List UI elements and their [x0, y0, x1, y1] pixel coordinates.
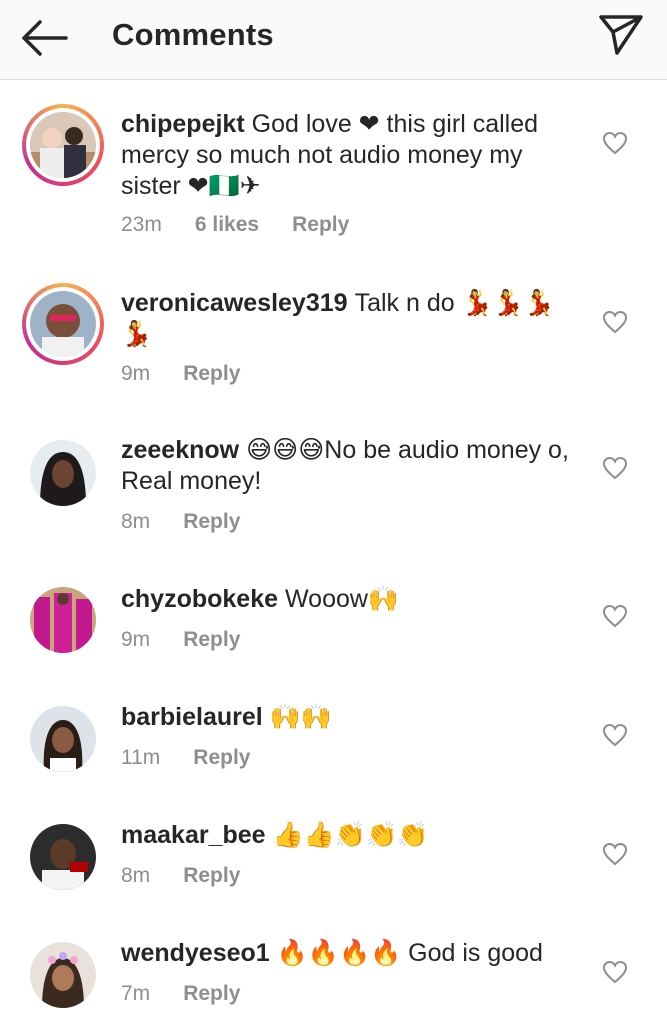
heart-icon[interactable] — [602, 960, 628, 984]
comment-item: maakar_bee 👍👍👏👏👏 8m Reply — [0, 796, 667, 914]
comment-meta: 7m Reply — [121, 982, 273, 1006]
comment-time: 8m — [121, 510, 151, 533]
heart-icon[interactable] — [602, 604, 628, 628]
comment-body: 🙌🙌 — [269, 703, 332, 731]
reply-button[interactable]: Reply — [183, 982, 240, 1005]
comment-item: zeeeknow 😅😅😅No be audio money o, Real mon… — [0, 400, 667, 560]
comment-text: barbielaurel 🙌🙌 — [121, 702, 581, 733]
comment-time: 9m — [121, 628, 151, 651]
reply-button[interactable]: Reply — [292, 213, 349, 236]
comment-meta: 23m 6 likes Reply — [121, 213, 382, 237]
comment-time: 7m — [121, 982, 151, 1005]
reply-button[interactable]: Reply — [183, 362, 240, 385]
comment-time: 11m — [121, 746, 161, 769]
avatar[interactable] — [30, 942, 96, 1008]
comment-text: zeeeknow 😅😅😅No be audio money o, Real mon… — [121, 435, 581, 497]
comment-text: chipepejkt God love ❤ this girl called me… — [121, 109, 581, 202]
reply-button[interactable]: Reply — [193, 746, 250, 769]
comment-item: chipepejkt God love ❤ this girl called me… — [0, 80, 667, 255]
reply-button[interactable]: Reply — [183, 864, 240, 887]
paper-plane-icon — [599, 15, 643, 55]
comment-text: chyzobokeke Wooow🙌 — [121, 584, 581, 615]
heart-icon[interactable] — [602, 310, 628, 334]
comment-item: wendyeseo1 🔥🔥🔥🔥 God is good 7m Reply — [0, 914, 667, 1024]
avatar[interactable] — [30, 824, 96, 890]
comment-likes[interactable]: 6 likes — [195, 213, 259, 236]
app-header: Comments — [0, 0, 667, 80]
heart-icon[interactable] — [602, 131, 628, 155]
comment-item: barbielaurel 🙌🙌 11m Reply — [0, 678, 667, 796]
comment-username[interactable]: chyzobokeke — [121, 585, 278, 613]
comment-body: Wooow🙌 — [285, 585, 400, 613]
comment-meta: 9m Reply — [121, 628, 273, 652]
comment-username[interactable]: wendyeseo1 — [121, 939, 270, 967]
comment-username[interactable]: maakar_bee — [121, 821, 266, 849]
comment-body: 🔥🔥🔥🔥 God is good — [276, 939, 543, 967]
reply-button[interactable]: Reply — [183, 510, 240, 533]
comment-body: 👍👍👏👏👏 — [272, 821, 429, 849]
page-title: Comments — [112, 17, 274, 52]
comment-item: veronicawesley319 Talk n do 💃💃💃 💃 9m Reply — [0, 255, 667, 400]
comment-meta: 9m Reply — [121, 362, 273, 386]
arrow-left-icon — [22, 20, 68, 56]
comment-username[interactable]: zeeeknow — [121, 436, 239, 464]
back-button[interactable] — [18, 16, 70, 60]
comment-text: veronicawesley319 Talk n do 💃💃💃 💃 — [121, 288, 581, 350]
heart-icon[interactable] — [602, 842, 628, 866]
comment-meta: 8m Reply — [121, 510, 273, 534]
avatar[interactable] — [22, 283, 104, 365]
reply-button[interactable]: Reply — [183, 628, 240, 651]
comment-username[interactable]: chipepejkt — [121, 110, 245, 138]
comment-item: chyzobokeke Wooow🙌 9m Reply — [0, 560, 667, 678]
comment-username[interactable]: veronicawesley319 — [121, 289, 348, 317]
avatar[interactable] — [22, 104, 104, 186]
comment-time: 23m — [121, 213, 162, 236]
comment-meta: 11m Reply — [121, 746, 283, 770]
avatar[interactable] — [30, 440, 96, 506]
comment-text: wendyeseo1 🔥🔥🔥🔥 God is good — [121, 938, 581, 969]
comment-username[interactable]: barbielaurel — [121, 703, 263, 731]
avatar[interactable] — [30, 706, 96, 772]
comment-text: maakar_bee 👍👍👏👏👏 — [121, 820, 581, 851]
comment-meta: 8m Reply — [121, 864, 273, 888]
heart-icon[interactable] — [602, 723, 628, 747]
avatar[interactable] — [30, 587, 96, 653]
heart-icon[interactable] — [602, 456, 628, 480]
comment-time: 8m — [121, 864, 151, 887]
comment-time: 9m — [121, 362, 151, 385]
share-button[interactable] — [596, 12, 646, 58]
